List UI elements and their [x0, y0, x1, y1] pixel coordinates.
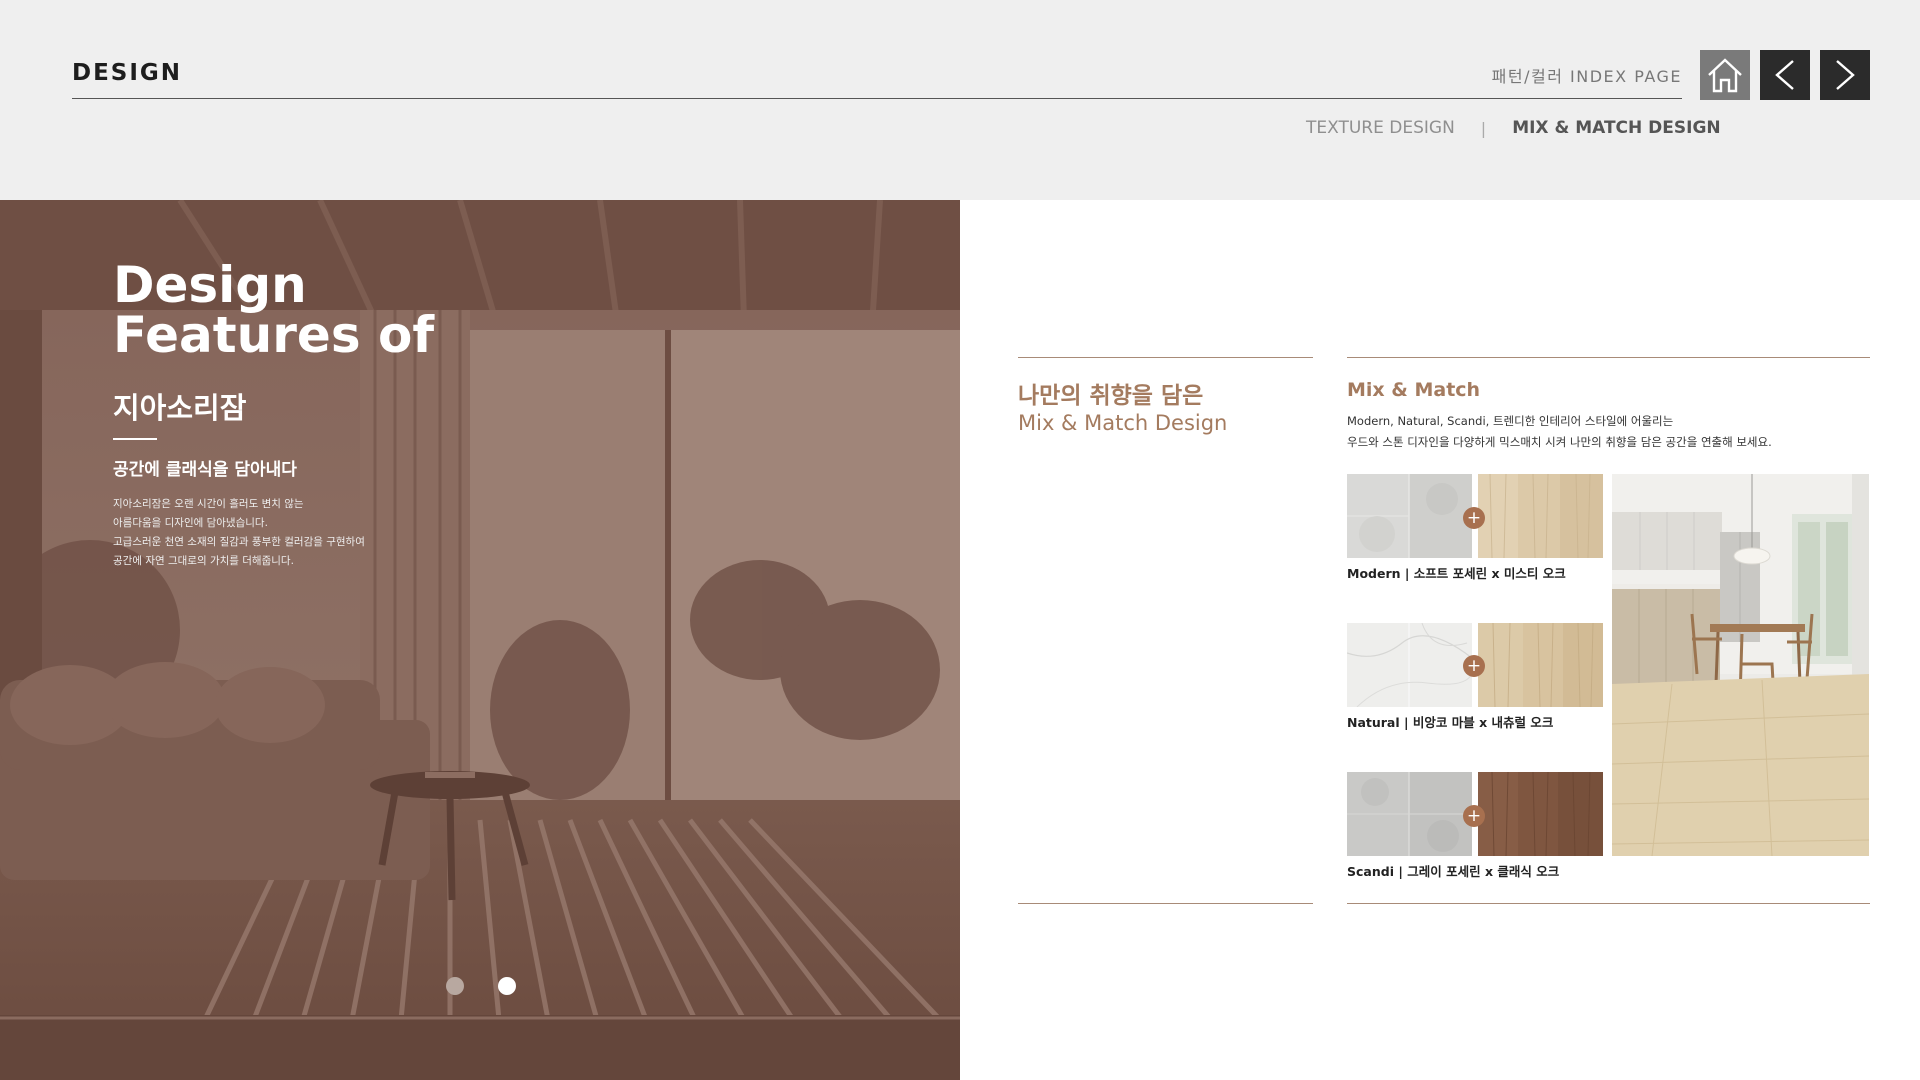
swatch-grey-porcelain[interactable]	[1347, 772, 1472, 856]
swatch-bianco-marble[interactable]	[1347, 623, 1472, 707]
header-divider	[72, 98, 1682, 99]
intro-top-rule	[1018, 357, 1313, 358]
hero-body-line: 고급스러운 천연 소재의 질감과 풍부한 컬러감을 구현하여	[113, 536, 365, 548]
mixmatch-description-line: 우드와 스톤 디자인을 다양하게 믹스매치 시켜 나만의 취향을 담은 공간을 …	[1347, 435, 1772, 449]
hero-brand: 지아소리잠	[113, 391, 247, 425]
plus-icon: +	[1463, 507, 1485, 529]
hero-title: Design Features of	[113, 260, 434, 360]
hero-body: 지아소리잠은 오랜 시간이 흘러도 변치 않는 아름다움을 디자인에 담아냈습니…	[113, 495, 365, 571]
mixmatch-description-line: Modern, Natural, Scandi, 트렌디한 인테리어 스타일에 …	[1347, 414, 1674, 428]
hero-body-line: 지아소리잠은 오랜 시간이 흘러도 변치 않는	[113, 498, 304, 510]
page-title: DESIGN	[72, 60, 183, 86]
mixmatch-description: Modern, Natural, Scandi, 트렌디한 인테리어 스타일에 …	[1347, 411, 1772, 453]
tab-texture-design[interactable]: TEXTURE DESIGN	[1306, 118, 1455, 138]
slide-indicator	[446, 977, 516, 995]
mixmatch-top-rule	[1347, 357, 1870, 358]
tab-mix-match-design[interactable]: MIX & MATCH DESIGN	[1512, 118, 1720, 138]
hero-title-line2: Features of	[113, 306, 435, 364]
swatch-natural-oak[interactable]	[1478, 623, 1603, 707]
hero-panel: Design Features of 지아소리잠 공간에 클래식을 담아내다 지…	[0, 200, 960, 1080]
chevron-right-icon	[1836, 60, 1855, 90]
next-button[interactable]	[1820, 50, 1870, 100]
plus-icon: +	[1463, 655, 1485, 677]
hero-subtitle: 공간에 클래식을 담아내다	[113, 460, 297, 480]
tab-separator: |	[1480, 118, 1487, 138]
mixmatch-title: Mix & Match	[1347, 379, 1481, 401]
hero-title-line1: Design	[113, 256, 307, 314]
swatch-misty-oak[interactable]	[1478, 474, 1603, 558]
hero-body-line: 아름다움을 디자인에 담아냈습니다.	[113, 517, 268, 529]
combo-label-modern: Modern | 소프트 포세린 x 미스티 오크	[1347, 566, 1566, 581]
slide-dot-2[interactable]	[498, 977, 516, 995]
home-button[interactable]	[1700, 50, 1750, 100]
combo-label-scandi: Scandi | 그레이 포세린 x 클래식 오크	[1347, 864, 1560, 879]
index-page-link[interactable]: 패턴/컬러 INDEX PAGE	[1492, 63, 1682, 87]
design-tabs: TEXTURE DESIGN | MIX & MATCH DESIGN	[1306, 118, 1721, 138]
plus-icon: +	[1463, 805, 1485, 827]
home-icon	[1708, 58, 1742, 93]
intro-heading-english: Mix & Match Design	[1018, 411, 1228, 435]
swatch-soft-porcelain[interactable]	[1347, 474, 1472, 558]
intro-bottom-rule	[1018, 903, 1313, 904]
combo-label-natural: Natural | 비앙코 마블 x 내츄럴 오크	[1347, 715, 1554, 730]
intro-heading-korean: 나만의 취향을 담은	[1018, 383, 1204, 409]
mixmatch-bottom-rule	[1347, 903, 1870, 904]
swatch-classic-oak[interactable]	[1478, 772, 1603, 856]
chevron-left-icon	[1775, 60, 1794, 90]
hero-body-line: 공간에 자연 그대로의 가치를 더해줍니다.	[113, 555, 294, 567]
previous-button[interactable]	[1760, 50, 1810, 100]
kitchen-room-photo	[1612, 474, 1869, 856]
header-bar: DESIGN 패턴/컬러 INDEX PAGE TEXTURE DESIGN |…	[0, 0, 1920, 200]
hero-divider	[113, 438, 157, 440]
slide-dot-1[interactable]	[446, 977, 464, 995]
